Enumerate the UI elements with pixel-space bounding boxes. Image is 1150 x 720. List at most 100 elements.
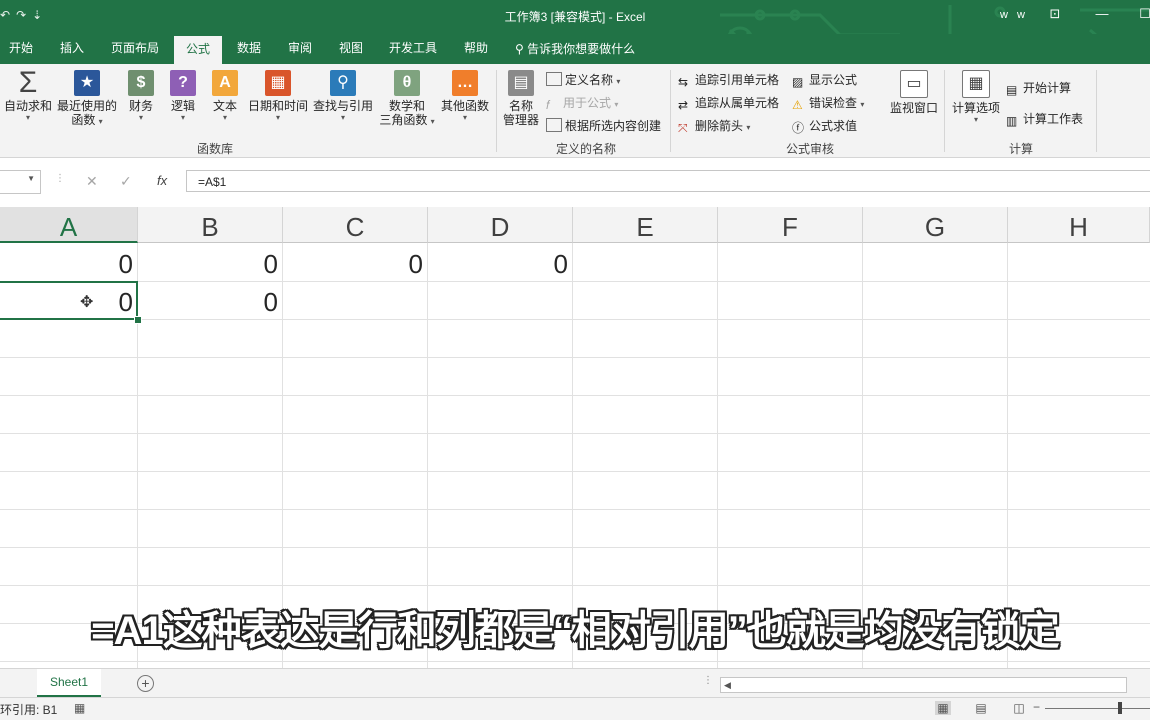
tab-developer[interactable]: 开发工具 xyxy=(380,34,446,64)
gridline xyxy=(0,509,1150,510)
financial-label: 财务 xyxy=(128,99,153,113)
fill-handle[interactable] xyxy=(134,316,142,324)
text-button[interactable]: A 文本 ▾ xyxy=(208,70,242,122)
calculation-options-button[interactable]: ▦ 计算选项 ▾ xyxy=(950,70,1002,124)
horizontal-scrollbar[interactable]: ◀ xyxy=(720,677,1127,693)
maximize-icon[interactable]: ☐ xyxy=(1135,6,1150,22)
column-header-d[interactable]: D xyxy=(428,207,573,243)
trace-dependents-button[interactable]: ⇄ 追踪从属单元格 xyxy=(678,94,779,112)
column-header-a[interactable]: A xyxy=(0,207,138,243)
autosum-button[interactable]: Σ 自动求和 ▾ xyxy=(4,68,53,123)
zoom-slider[interactable] xyxy=(1045,708,1150,709)
group-label-formula-auditing: 公式审核 xyxy=(785,142,834,156)
recently-used-button[interactable]: ★ 最近使用的 函数 ▾ xyxy=(56,70,118,127)
show-formulas-button[interactable]: ▨ 显示公式 xyxy=(792,71,858,89)
cell-d1[interactable]: 0 xyxy=(428,244,572,281)
date-time-button[interactable]: ▦ 日期和时间 ▾ xyxy=(246,70,310,122)
cancel-icon[interactable]: ✕ xyxy=(86,173,98,190)
ribbon-display-options-icon[interactable]: ⊡ xyxy=(1045,6,1065,22)
zoom-out-icon[interactable]: − xyxy=(1033,700,1040,714)
column-header-c[interactable]: C xyxy=(283,207,428,243)
scroll-left-icon[interactable]: ◀ xyxy=(724,678,731,692)
more-functions-label: 其他函数 xyxy=(440,99,489,113)
cell-b1[interactable]: 0 xyxy=(138,244,282,281)
tab-home[interactable]: 开始 xyxy=(0,34,42,64)
logical-button[interactable]: ? 逻辑 ▾ xyxy=(166,70,200,122)
column-header-e[interactable]: E xyxy=(573,207,718,243)
star-icon: ★ xyxy=(74,70,100,96)
watch-window-button[interactable]: ▭ 监视窗口 xyxy=(888,70,940,115)
name-manager-button[interactable]: ▤ 名称 管理器 xyxy=(500,70,542,127)
gridline xyxy=(0,395,1150,396)
chevron-down-icon[interactable]: ▼ xyxy=(27,174,35,183)
name-box[interactable]: ▼ xyxy=(0,170,41,194)
financial-button[interactable]: $ 财务 ▾ xyxy=(124,70,158,122)
tab-insert[interactable]: 插入 xyxy=(50,34,94,64)
enter-icon[interactable]: ✓ xyxy=(120,173,132,190)
define-name-button[interactable]: 定义名称 ▾ xyxy=(546,71,620,88)
error-checking-button[interactable]: ⚠ 错误检查 ▾ xyxy=(792,94,864,112)
formula-input[interactable]: =A$1 xyxy=(186,170,1150,192)
remove-arrows-button[interactable]: ⤧ 删除箭头 ▾ xyxy=(678,117,750,135)
sheet-tab-bar: Sheet1 + ⋮ ◀ xyxy=(0,668,1150,698)
date-time-label: 日期和时间 xyxy=(247,99,308,113)
evaluate-formula-button[interactable]: ⓕ 公式求值 xyxy=(792,117,857,135)
lookup-reference-button[interactable]: ⚲ 查找与引用 ▾ xyxy=(312,70,374,122)
ribbon: Σ 自动求和 ▾ ★ 最近使用的 函数 ▾ $ 财务 ▾ ? 逻辑 ▾ A 文本 ▾ ▦… xyxy=(0,64,1150,158)
column-header-b[interactable]: B xyxy=(138,207,283,243)
sheet-tab-sheet1[interactable]: Sheet1 xyxy=(37,669,101,698)
calendar-icon: ▦ xyxy=(265,70,291,96)
cell-c1[interactable]: 0 xyxy=(283,244,427,281)
calculate-sheet-button[interactable]: ▥ 计算工作表 xyxy=(1006,110,1083,128)
normal-view-icon[interactable]: ▦ xyxy=(935,701,951,715)
gridline xyxy=(0,471,1150,472)
group-separator xyxy=(944,70,945,152)
trace-precedents-label: 追踪引用单元格 xyxy=(695,73,780,87)
autosum-label: 自动求和 xyxy=(4,99,53,113)
add-sheet-icon[interactable]: + xyxy=(137,675,154,692)
text-label: 文本 xyxy=(212,99,237,113)
column-header-f[interactable]: F xyxy=(718,207,863,243)
column-header-g[interactable]: G xyxy=(863,207,1008,243)
calculate-now-icon: ▤ xyxy=(1006,83,1018,97)
create-from-selection-icon xyxy=(546,118,562,132)
calculate-now-label: 开始计算 xyxy=(1023,81,1072,95)
math-trig-label-2: 三角函数 xyxy=(379,113,428,127)
tab-page-layout[interactable]: 页面布局 xyxy=(102,34,168,64)
cell-b2[interactable]: 0 xyxy=(138,282,282,319)
calculate-now-button[interactable]: ▤ 开始计算 xyxy=(1006,79,1072,97)
recently-used-label-1: 最近使用的 xyxy=(56,99,117,113)
column-header-h[interactable]: H xyxy=(1008,207,1150,243)
group-separator xyxy=(670,70,671,152)
tab-formulas[interactable]: 公式 xyxy=(174,36,222,64)
more-functions-button[interactable]: … 其他函数 ▾ xyxy=(438,70,492,122)
cell-a1[interactable]: 0 xyxy=(0,244,137,281)
gridline xyxy=(0,585,1150,586)
window-title: 工作簿3 [兼容模式] - Excel xyxy=(504,10,646,24)
macro-record-icon[interactable]: ▦ xyxy=(74,701,85,715)
math-trig-button[interactable]: θ 数学和 三角函数 ▾ xyxy=(376,70,438,127)
tell-me-box[interactable]: ⚲ 告诉我你想要做什么 xyxy=(515,40,635,57)
page-break-view-icon[interactable]: ◫ xyxy=(1011,701,1027,715)
minimize-icon[interactable]: — xyxy=(1092,6,1112,21)
tab-review[interactable]: 审阅 xyxy=(278,34,322,64)
use-in-formula-button[interactable]: 𝑓 用于公式 ▾ xyxy=(546,94,618,112)
active-cell-border xyxy=(0,281,138,320)
insert-function-icon[interactable]: fx xyxy=(157,173,167,188)
tab-view[interactable]: 视图 xyxy=(330,34,372,64)
trace-precedents-button[interactable]: ⇆ 追踪引用单元格 xyxy=(678,71,780,89)
evaluate-formula-icon: ⓕ xyxy=(792,121,805,135)
page-layout-view-icon[interactable]: ▤ xyxy=(973,701,989,715)
use-in-formula-label: 用于公式 xyxy=(563,96,612,110)
status-text: 环引用: B1 xyxy=(0,703,58,717)
zoom-slider-thumb[interactable] xyxy=(1118,702,1122,714)
math-trig-label-1: 数学和 xyxy=(388,99,425,113)
user-name[interactable]: w w xyxy=(1000,9,1028,21)
show-formulas-label: 显示公式 xyxy=(809,73,858,87)
tab-help[interactable]: 帮助 xyxy=(454,34,498,64)
tab-data[interactable]: 数据 xyxy=(228,34,270,64)
gridline xyxy=(0,661,1150,662)
tab-split-handle-icon[interactable]: ⋮ xyxy=(703,675,713,686)
create-from-selection-button[interactable]: 根据所选内容创建 xyxy=(546,117,661,134)
group-label-function-library: 函数库 xyxy=(196,142,233,156)
